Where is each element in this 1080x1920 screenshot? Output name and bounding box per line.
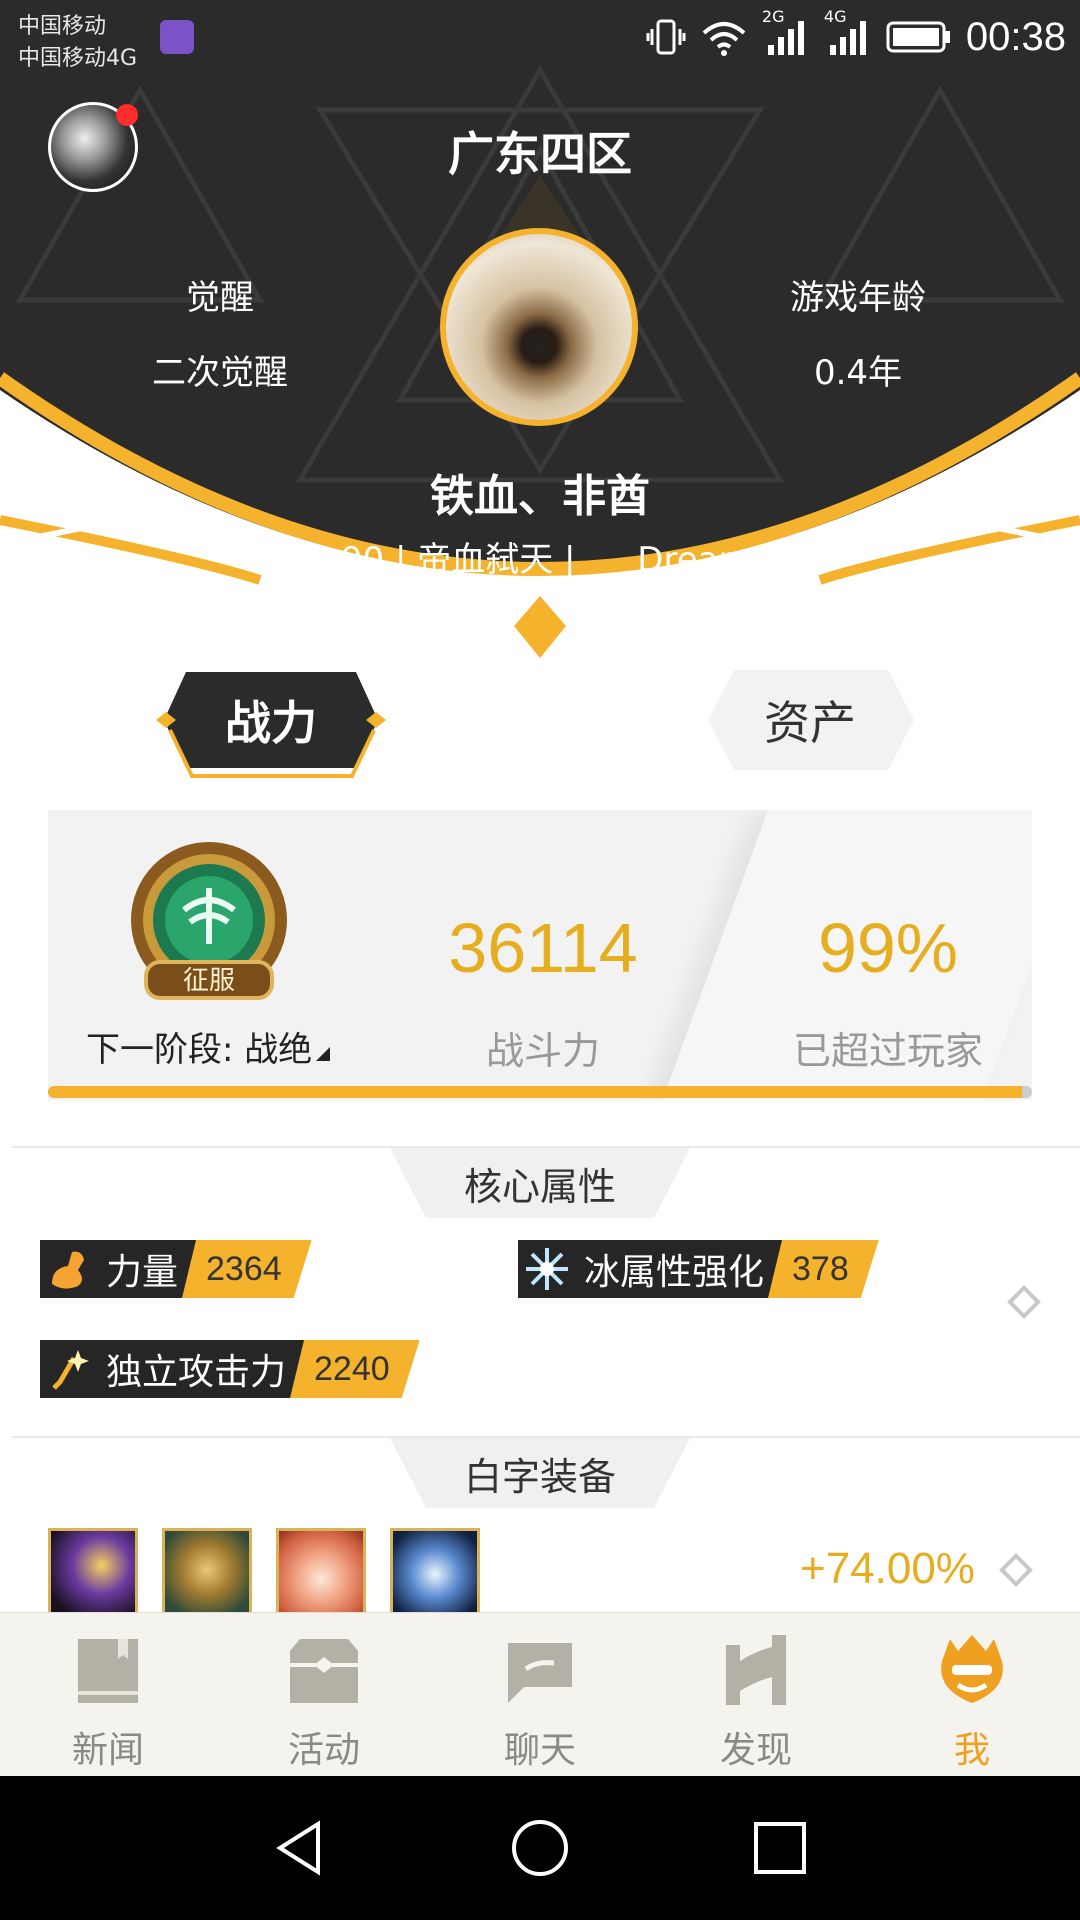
combat-power-label: 战斗力: [485, 1029, 600, 1073]
discover-icon: [726, 1635, 786, 1705]
attribute-name: 力量: [98, 1240, 197, 1298]
svg-text:征服: 征服: [183, 966, 235, 996]
attribute-independent-attack: 独立攻击力 2240: [40, 1340, 420, 1398]
nav-chat[interactable]: 聊天: [432, 1613, 648, 1777]
expand-diamond-icon[interactable]: [999, 1553, 1033, 1587]
awakening-label: 觉醒: [186, 278, 254, 318]
ice-element-icon: [518, 1240, 576, 1298]
attribute-ice-enhance: 冰属性强化 378: [518, 1240, 879, 1298]
tab-power[interactable]: 战力: [156, 670, 386, 770]
tab-assets[interactable]: 资产: [700, 670, 920, 770]
nav-label: 发现: [719, 1730, 792, 1771]
awakening-value: 二次觉醒: [152, 353, 288, 393]
battery-icon: [886, 21, 950, 53]
power-progress-bar: [48, 1086, 1032, 1098]
signal-4g-icon: 4G: [824, 7, 872, 57]
news-icon: [78, 1639, 138, 1703]
nav-news[interactable]: 新闻: [0, 1613, 216, 1777]
equipment-lion-icon[interactable]: [162, 1528, 252, 1620]
percentile-value: 99%: [817, 909, 959, 987]
me-icon: [941, 1635, 1003, 1703]
signal-2g-icon: 2G: [762, 7, 810, 57]
percentile-label: 已超过玩家: [792, 1029, 983, 1073]
carrier-primary: 中国移动: [18, 14, 107, 39]
attribute-name: 冰属性强化: [576, 1240, 783, 1298]
section-divider: [12, 1436, 1080, 1438]
equipment-ice-wing-icon[interactable]: [390, 1528, 480, 1620]
character-info: Lv.90 | 帝血弑天 | ___Dreams°: [293, 540, 787, 580]
carrier-secondary: 中国移动4G: [18, 46, 138, 71]
attribute-value: 2240: [290, 1340, 420, 1398]
white-equipment-title: 白字装备: [390, 1438, 690, 1508]
combat-power-value: 36114: [448, 909, 638, 987]
nav-label: 我: [953, 1730, 990, 1771]
next-stage-text: 下一阶段: 战绝: [86, 1030, 313, 1070]
character-avatar[interactable]: [440, 228, 638, 426]
nav-label: 活动: [287, 1730, 360, 1771]
system-navigation-bar: [0, 1776, 1080, 1920]
attribute-name: 独立攻击力: [98, 1340, 305, 1398]
activity-icon: [290, 1639, 358, 1703]
status-clock: 00:38: [965, 14, 1066, 59]
conquer-rank-badge-icon[interactable]: 征服: [124, 840, 294, 1010]
equipment-dark-orb-icon[interactable]: [48, 1528, 138, 1620]
expand-diamond-icon[interactable]: [1007, 1285, 1041, 1319]
attribute-strength: 力量 2364: [40, 1240, 312, 1298]
chat-icon: [508, 1643, 572, 1703]
next-stage[interactable]: 下一阶段: 战绝: [86, 1022, 331, 1071]
recent-apps-icon[interactable]: [748, 1816, 812, 1880]
server-name: 广东四区: [448, 127, 632, 181]
nav-label: 聊天: [503, 1730, 576, 1771]
wifi-icon: [702, 22, 746, 56]
power-progress-fill: [48, 1086, 1023, 1098]
nav-label: 新闻: [71, 1730, 144, 1771]
attribute-value: 2364: [182, 1240, 312, 1298]
status-icons: 2G 4G 00:38: [646, 7, 1066, 60]
status-bar: 中国移动 中国移动4G 2G 4G 00:38: [0, 0, 1080, 72]
character-name: 铁血、非酋: [430, 471, 650, 522]
vibrate-icon: [646, 19, 686, 55]
home-icon[interactable]: [508, 1816, 572, 1880]
dropdown-corner-icon: [316, 1047, 331, 1061]
core-attributes-title: 核心属性: [390, 1148, 690, 1218]
bottom-navigation: 新闻 活动 聊天 发现 我: [0, 1612, 1080, 1776]
gallery-notification-icon: [160, 20, 194, 54]
independent-attack-icon: [40, 1340, 98, 1398]
nav-discover[interactable]: 发现: [648, 1613, 864, 1777]
game-age-label: 游戏年龄: [790, 278, 926, 318]
profile-header: 中国移动 中国移动4G 2G 4G 00:38 广东四区 觉醒 二次觉醒 游戏年…: [0, 0, 1080, 670]
back-icon[interactable]: [268, 1816, 332, 1880]
section-divider: [12, 1146, 1080, 1148]
equipment-bonus: +74.00%: [800, 1544, 975, 1593]
nav-activity[interactable]: 活动: [216, 1613, 432, 1777]
strength-icon: [40, 1240, 98, 1298]
attribute-value: 378: [768, 1240, 879, 1298]
power-card: 征服 下一阶段: 战绝 36114 战斗力 99% 已超过玩家: [48, 810, 1032, 1100]
equipment-fox-girl-icon[interactable]: [276, 1528, 366, 1620]
game-age-value: 0.4年: [813, 353, 903, 393]
nav-me[interactable]: 我: [864, 1613, 1080, 1777]
